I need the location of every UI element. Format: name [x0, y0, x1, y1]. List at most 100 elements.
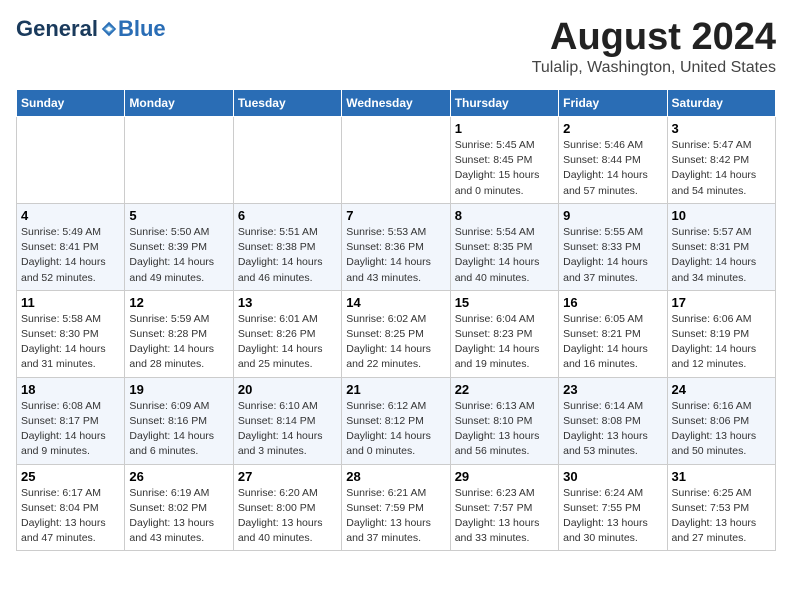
- day-number: 13: [238, 295, 337, 310]
- calendar-cell: [342, 117, 450, 204]
- day-number: 22: [455, 382, 554, 397]
- day-number: 30: [563, 469, 662, 484]
- day-number: 3: [672, 121, 771, 136]
- calendar-cell: 18 Sunrise: 6:08 AM Sunset: 8:17 PM Dayli…: [17, 377, 125, 464]
- day-info: Sunrise: 5:49 AM Sunset: 8:41 PM Dayligh…: [21, 225, 120, 286]
- calendar-cell: 12 Sunrise: 5:59 AM Sunset: 8:28 PM Dayli…: [125, 290, 233, 377]
- day-info: Sunrise: 5:54 AM Sunset: 8:35 PM Dayligh…: [455, 225, 554, 286]
- day-info: Sunrise: 6:04 AM Sunset: 8:23 PM Dayligh…: [455, 312, 554, 373]
- calendar-cell: [17, 117, 125, 204]
- calendar-week-row: 11 Sunrise: 5:58 AM Sunset: 8:30 PM Dayli…: [17, 290, 776, 377]
- day-number: 27: [238, 469, 337, 484]
- day-info: Sunrise: 5:59 AM Sunset: 8:28 PM Dayligh…: [129, 312, 228, 373]
- logo-general-text: General: [16, 16, 98, 42]
- calendar-cell: 31 Sunrise: 6:25 AM Sunset: 7:53 PM Dayli…: [667, 464, 775, 551]
- day-number: 4: [21, 208, 120, 223]
- day-number: 18: [21, 382, 120, 397]
- calendar-table: SundayMondayTuesdayWednesdayThursdayFrid…: [16, 89, 776, 551]
- calendar-week-row: 25 Sunrise: 6:17 AM Sunset: 8:04 PM Dayli…: [17, 464, 776, 551]
- day-info: Sunrise: 6:08 AM Sunset: 8:17 PM Dayligh…: [21, 399, 120, 460]
- calendar-cell: 10 Sunrise: 5:57 AM Sunset: 8:31 PM Dayli…: [667, 203, 775, 290]
- day-info: Sunrise: 5:50 AM Sunset: 8:39 PM Dayligh…: [129, 225, 228, 286]
- calendar-cell: [125, 117, 233, 204]
- day-info: Sunrise: 6:06 AM Sunset: 8:19 PM Dayligh…: [672, 312, 771, 373]
- calendar-cell: 7Sunrise: 5:53 AM Sunset: 8:36 PM Daylig…: [342, 203, 450, 290]
- day-number: 20: [238, 382, 337, 397]
- day-number: 29: [455, 469, 554, 484]
- day-number: 9: [563, 208, 662, 223]
- calendar-cell: 4 Sunrise: 5:49 AM Sunset: 8:41 PM Daylig…: [17, 203, 125, 290]
- month-title: August 2024: [532, 16, 776, 59]
- calendar-cell: 26 Sunrise: 6:19 AM Sunset: 8:02 PM Dayli…: [125, 464, 233, 551]
- day-number: 12: [129, 295, 228, 310]
- day-info: Sunrise: 6:05 AM Sunset: 8:21 PM Dayligh…: [563, 312, 662, 373]
- day-info: Sunrise: 6:24 AM Sunset: 7:55 PM Dayligh…: [563, 486, 662, 547]
- day-info: Sunrise: 6:25 AM Sunset: 7:53 PM Dayligh…: [672, 486, 771, 547]
- day-number: 15: [455, 295, 554, 310]
- day-info: Sunrise: 5:51 AM Sunset: 8:38 PM Dayligh…: [238, 225, 337, 286]
- day-info: Sunrise: 6:17 AM Sunset: 8:04 PM Dayligh…: [21, 486, 120, 547]
- day-info: Sunrise: 5:57 AM Sunset: 8:31 PM Dayligh…: [672, 225, 771, 286]
- day-info: Sunrise: 5:55 AM Sunset: 8:33 PM Dayligh…: [563, 225, 662, 286]
- day-number: 26: [129, 469, 228, 484]
- calendar-cell: 21Sunrise: 6:12 AM Sunset: 8:12 PM Dayli…: [342, 377, 450, 464]
- day-number: 11: [21, 295, 120, 310]
- calendar-cell: 2 Sunrise: 5:46 AM Sunset: 8:44 PM Daylig…: [559, 117, 667, 204]
- day-info: Sunrise: 6:21 AM Sunset: 7:59 PM Dayligh…: [346, 486, 445, 547]
- day-info: Sunrise: 6:23 AM Sunset: 7:57 PM Dayligh…: [455, 486, 554, 547]
- day-number: 19: [129, 382, 228, 397]
- day-number: 16: [563, 295, 662, 310]
- day-info: Sunrise: 5:58 AM Sunset: 8:30 PM Dayligh…: [21, 312, 120, 373]
- day-info: Sunrise: 6:02 AM Sunset: 8:25 PM Dayligh…: [346, 312, 445, 373]
- day-number: 8: [455, 208, 554, 223]
- logo-blue-text: Blue: [118, 16, 166, 42]
- day-number: 25: [21, 469, 120, 484]
- location-title: Tulalip, Washington, United States: [532, 59, 776, 77]
- weekday-header-friday: Friday: [559, 90, 667, 117]
- calendar-cell: 19 Sunrise: 6:09 AM Sunset: 8:16 PM Dayli…: [125, 377, 233, 464]
- calendar-cell: 9 Sunrise: 5:55 AM Sunset: 8:33 PM Daylig…: [559, 203, 667, 290]
- calendar-body: 1 Sunrise: 5:45 AM Sunset: 8:45 PM Daylig…: [17, 117, 776, 551]
- calendar-cell: 30 Sunrise: 6:24 AM Sunset: 7:55 PM Dayli…: [559, 464, 667, 551]
- weekday-header-row: SundayMondayTuesdayWednesdayThursdayFrid…: [17, 90, 776, 117]
- calendar-cell: 20 Sunrise: 6:10 AM Sunset: 8:14 PM Dayli…: [233, 377, 341, 464]
- calendar-cell: [233, 117, 341, 204]
- calendar-cell: 11 Sunrise: 5:58 AM Sunset: 8:30 PM Dayli…: [17, 290, 125, 377]
- calendar-cell: 1 Sunrise: 5:45 AM Sunset: 8:45 PM Daylig…: [450, 117, 558, 204]
- day-info: Sunrise: 6:19 AM Sunset: 8:02 PM Dayligh…: [129, 486, 228, 547]
- day-number: 14: [346, 295, 445, 310]
- calendar-cell: 13 Sunrise: 6:01 AM Sunset: 8:26 PM Dayli…: [233, 290, 341, 377]
- calendar-cell: 29 Sunrise: 6:23 AM Sunset: 7:57 PM Dayli…: [450, 464, 558, 551]
- weekday-header-wednesday: Wednesday: [342, 90, 450, 117]
- weekday-header-monday: Monday: [125, 90, 233, 117]
- calendar-cell: 22 Sunrise: 6:13 AM Sunset: 8:10 PM Dayli…: [450, 377, 558, 464]
- day-number: 31: [672, 469, 771, 484]
- day-number: 21: [346, 382, 445, 397]
- day-number: 10: [672, 208, 771, 223]
- calendar-cell: 25 Sunrise: 6:17 AM Sunset: 8:04 PM Dayli…: [17, 464, 125, 551]
- day-info: Sunrise: 5:47 AM Sunset: 8:42 PM Dayligh…: [672, 138, 771, 199]
- calendar-cell: 27Sunrise: 6:20 AM Sunset: 8:00 PM Dayli…: [233, 464, 341, 551]
- day-number: 28: [346, 469, 445, 484]
- header: General Blue August 2024 Tulalip, Washin…: [16, 16, 776, 77]
- calendar-cell: 17Sunrise: 6:06 AM Sunset: 8:19 PM Dayli…: [667, 290, 775, 377]
- logo: General Blue: [16, 16, 166, 42]
- calendar-cell: 8 Sunrise: 5:54 AM Sunset: 8:35 PM Daylig…: [450, 203, 558, 290]
- day-info: Sunrise: 5:53 AM Sunset: 8:36 PM Dayligh…: [346, 225, 445, 286]
- weekday-header-sunday: Sunday: [17, 90, 125, 117]
- calendar-week-row: 1 Sunrise: 5:45 AM Sunset: 8:45 PM Daylig…: [17, 117, 776, 204]
- day-info: Sunrise: 5:46 AM Sunset: 8:44 PM Dayligh…: [563, 138, 662, 199]
- weekday-header-tuesday: Tuesday: [233, 90, 341, 117]
- weekday-header-thursday: Thursday: [450, 90, 558, 117]
- day-info: Sunrise: 6:09 AM Sunset: 8:16 PM Dayligh…: [129, 399, 228, 460]
- calendar-cell: 24Sunrise: 6:16 AM Sunset: 8:06 PM Dayli…: [667, 377, 775, 464]
- calendar-cell: 3 Sunrise: 5:47 AM Sunset: 8:42 PM Daylig…: [667, 117, 775, 204]
- calendar-week-row: 18 Sunrise: 6:08 AM Sunset: 8:17 PM Dayli…: [17, 377, 776, 464]
- day-info: Sunrise: 6:10 AM Sunset: 8:14 PM Dayligh…: [238, 399, 337, 460]
- day-number: 1: [455, 121, 554, 136]
- calendar-cell: 5Sunrise: 5:50 AM Sunset: 8:39 PM Daylig…: [125, 203, 233, 290]
- day-info: Sunrise: 6:13 AM Sunset: 8:10 PM Dayligh…: [455, 399, 554, 460]
- day-info: Sunrise: 5:45 AM Sunset: 8:45 PM Dayligh…: [455, 138, 554, 199]
- day-number: 2: [563, 121, 662, 136]
- day-info: Sunrise: 6:01 AM Sunset: 8:26 PM Dayligh…: [238, 312, 337, 373]
